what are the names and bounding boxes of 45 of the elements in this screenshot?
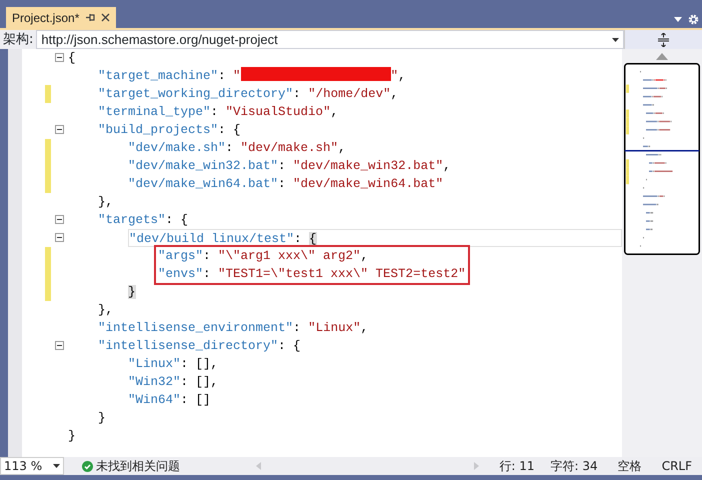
check-icon [82, 460, 93, 472]
caret-icon [53, 464, 60, 468]
issues-status[interactable]: 未找到相关问题 [96, 457, 180, 475]
dropdown-icon[interactable] [674, 17, 682, 22]
pin-icon[interactable] [85, 13, 96, 22]
split-icon [658, 32, 669, 46]
code-line: "Linux": [], [128, 356, 218, 373]
code-line: "envs": "TEST1=\"test1 xxx\" TEST2=test2" [158, 266, 466, 283]
collapse-icon[interactable] [55, 125, 64, 134]
code-line: "Win32": [], [128, 374, 218, 391]
code-line: "intellisense_environment": "Linux", [98, 320, 368, 337]
collapse-icon[interactable] [55, 233, 64, 242]
code-line: ", [390, 68, 406, 85]
schema-label: 架构: [2, 31, 34, 49]
code-line: "target_machine": " [98, 68, 241, 85]
code-line: "Win64": [] [128, 392, 211, 409]
code-line: "dev/make_win32.bat": "dev/make_win32.bat", [128, 158, 451, 175]
collapse-icon[interactable] [55, 53, 64, 62]
code-line: "intellisense_directory": { [98, 338, 301, 355]
schema-dropdown[interactable]: http://json.schemastore.org/nuget-project [36, 30, 624, 49]
column-indicator[interactable]: 字符: 34 [550, 457, 598, 475]
code-line: "dev/make_win64.bat": "dev/make_win64.bat" [128, 176, 444, 193]
code-line: } [68, 428, 76, 445]
zoom-dropdown[interactable]: 113 % [0, 457, 64, 475]
code-line: } [98, 410, 106, 427]
collapse-icon[interactable] [55, 341, 64, 350]
code-line: "target_working_directory": "/home/dev", [98, 86, 398, 103]
code-line: }, [98, 194, 114, 211]
split-button[interactable] [624, 30, 702, 49]
settings-icon[interactable] [688, 14, 699, 25]
code-line: { [68, 50, 76, 67]
code-line: "dev/make.sh": "dev/make.sh", [128, 140, 346, 157]
caret-icon [612, 38, 619, 42]
document-tab[interactable]: Project.json* [6, 7, 116, 28]
close-icon[interactable] [101, 13, 110, 22]
indent-mode[interactable]: 空格 [618, 457, 642, 475]
line-ending[interactable]: CRLF [662, 457, 692, 475]
line-indicator[interactable]: 行: 11 [499, 457, 535, 475]
code-minimap[interactable] [624, 63, 700, 255]
collapse-icon[interactable] [55, 215, 64, 224]
code-line: "terminal_type": "VisualStudio", [98, 104, 338, 121]
code-line: }, [98, 302, 114, 319]
code-line: "args": "\"arg1 xxx\" arg2", [158, 248, 368, 265]
code-line: "targets": { [98, 212, 188, 229]
code-line: "build_projects": { [98, 122, 241, 139]
